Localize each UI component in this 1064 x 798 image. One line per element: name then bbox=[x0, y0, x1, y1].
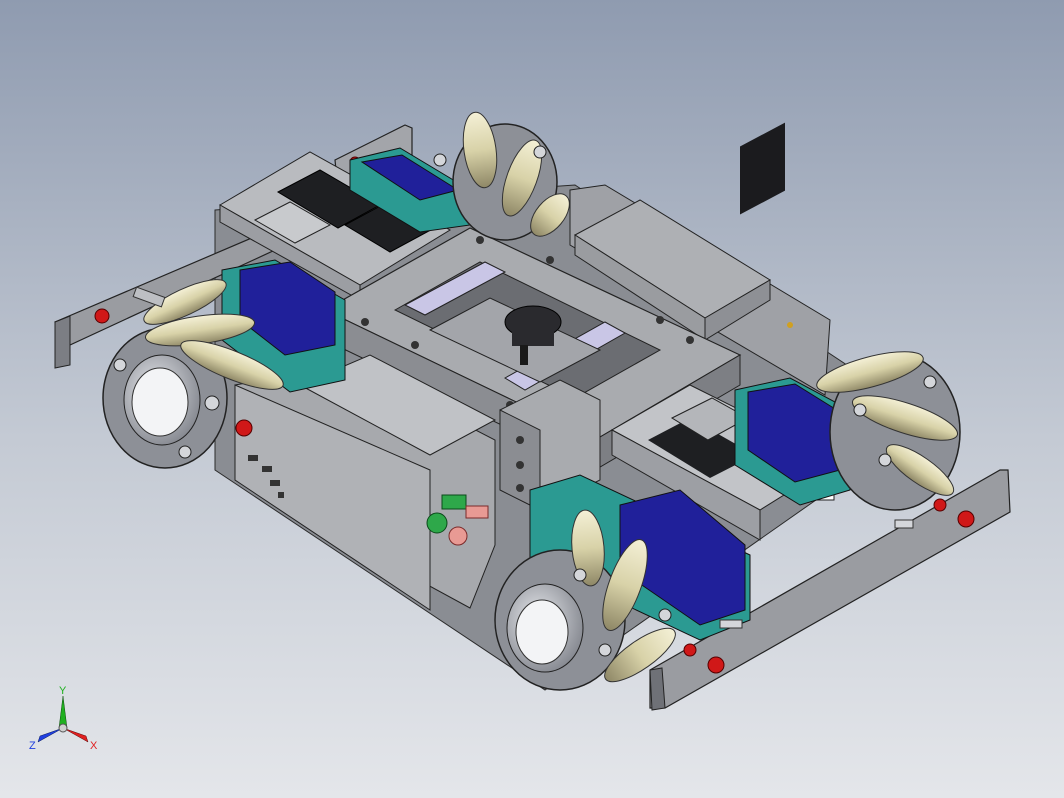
y-axis-label: Y bbox=[59, 685, 67, 697]
emergency-stop-button[interactable] bbox=[235, 419, 253, 437]
usb-port-icon bbox=[248, 455, 258, 461]
bumper-bolt-icon bbox=[957, 510, 975, 528]
bumper-bolt-icon bbox=[94, 308, 110, 324]
usb-port-icon bbox=[262, 466, 272, 472]
cad-viewport[interactable]: Y X Z bbox=[0, 0, 1064, 798]
stop-button[interactable] bbox=[448, 526, 468, 546]
bumper-bolt-icon bbox=[707, 656, 725, 674]
power-indicator bbox=[441, 494, 467, 510]
mecanum-robot-chassis-model[interactable] bbox=[0, 0, 1064, 798]
y-axis-arrow-icon bbox=[58, 695, 68, 729]
x-axis-label: X bbox=[90, 740, 98, 752]
z-axis-label: Z bbox=[29, 740, 36, 752]
orientation-triad: Y X Z bbox=[29, 685, 98, 752]
start-button[interactable] bbox=[426, 512, 448, 534]
usb-port-icon bbox=[270, 480, 280, 486]
